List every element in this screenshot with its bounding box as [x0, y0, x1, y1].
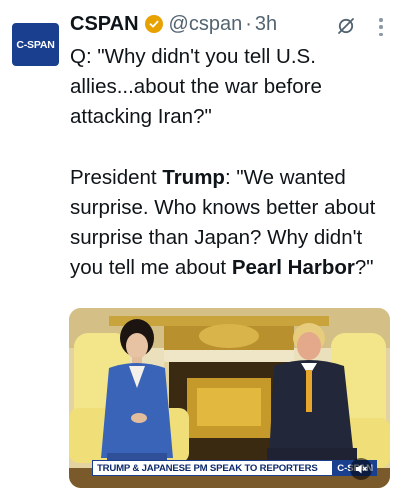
tweet-text: Q: "Why didn't you tell U.S. allies...ab…: [70, 42, 396, 283]
verified-badge-icon: [144, 15, 163, 33]
timestamp[interactable]: 3h: [255, 13, 277, 36]
more-icon[interactable]: [378, 18, 384, 36]
grok-icon[interactable]: [336, 16, 356, 36]
answer-suffix: ?": [354, 256, 374, 280]
video-chyron: TRUMP & JAPANESE PM SPEAK TO REPORTERS C…: [92, 460, 377, 476]
tweet-paragraph-question: Q: "Why didn't you tell U.S. allies...ab…: [70, 45, 322, 129]
avatar[interactable]: C-SPAN: [12, 23, 59, 66]
chyron-headline: TRUMP & JAPANESE PM SPEAK TO REPORTERS: [92, 460, 334, 476]
avatar-label: C-SPAN: [16, 38, 55, 51]
author-name[interactable]: CSPAN: [70, 13, 139, 36]
dot-separator: ·: [245, 12, 252, 35]
mute-icon[interactable]: [350, 458, 372, 480]
answer-pearl-harbor: Pearl Harbor: [231, 256, 355, 280]
answer-speaker: Trump: [162, 165, 225, 189]
tweet-paragraph-answer: President Trump: "We wanted surprise. Wh…: [70, 163, 396, 284]
video-thumbnail[interactable]: TRUMP & JAPANESE PM SPEAK TO REPORTERS C…: [69, 308, 390, 488]
author-handle[interactable]: @cspan: [169, 13, 243, 36]
answer-prefix: President: [70, 165, 163, 189]
